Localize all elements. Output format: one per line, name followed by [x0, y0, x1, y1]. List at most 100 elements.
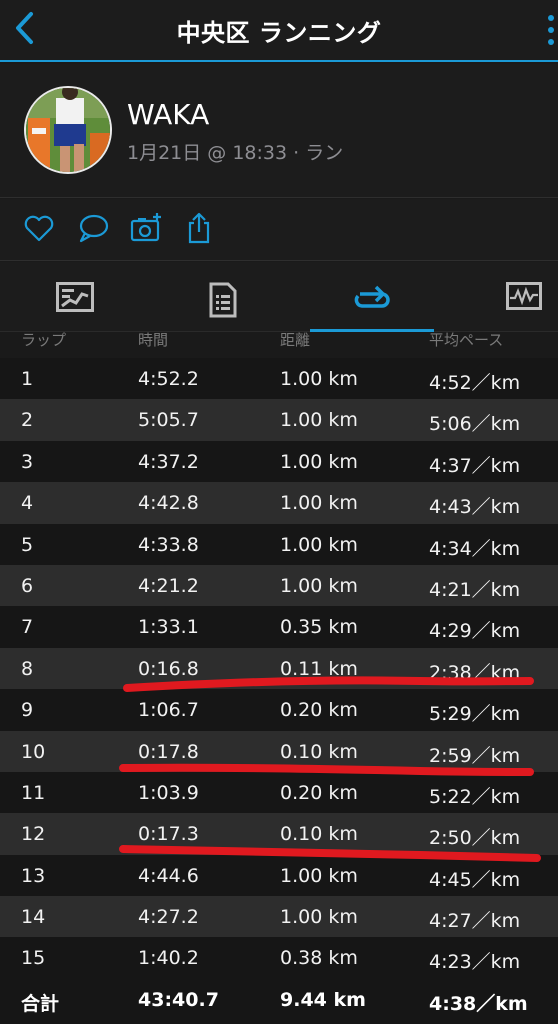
lap-number: 3 — [21, 450, 34, 473]
share-icon[interactable] — [182, 211, 216, 245]
app-header: 中央区 ランニング — [0, 0, 558, 62]
details-icon — [209, 282, 237, 318]
tab-laps[interactable] — [302, 262, 442, 332]
lap-number: 12 — [21, 823, 46, 846]
avatar[interactable] — [24, 86, 112, 174]
laps-table: 1 4:52.2 1.00 km 4:52／km 2 5:05.7 1.00 km 5:06／… — [0, 358, 558, 979]
lap-pace: 4:27／km — [429, 910, 521, 933]
charts-icon — [506, 282, 542, 310]
lap-pace: 2:59／km — [429, 744, 521, 767]
add-photo-icon[interactable] — [129, 211, 163, 245]
lap-number: 8 — [21, 657, 34, 680]
total-distance: 9.44 km — [280, 989, 366, 1011]
lap-time: 1:40.2 — [138, 947, 199, 970]
lap-number: 13 — [21, 864, 46, 887]
lap-number: 11 — [21, 781, 46, 804]
lap-pace: 5:29／km — [429, 703, 521, 726]
lap-distance: 0.38 km — [280, 947, 358, 970]
lap-number: 5 — [21, 533, 34, 556]
lap-time: 4:27.2 — [138, 906, 199, 929]
more-vertical-icon[interactable] — [546, 10, 556, 50]
table-row[interactable]: 2 5:05.7 1.00 km 5:06／km — [0, 399, 558, 441]
total-row: 合計 43:40.7 9.44 km 4:38／km — [0, 979, 558, 1024]
lap-time: 1:06.7 — [138, 699, 199, 722]
lap-distance: 0.11 km — [280, 657, 358, 680]
lap-time: 0:17.3 — [138, 823, 199, 846]
overview-icon — [56, 282, 94, 312]
total-time: 43:40.7 — [138, 989, 219, 1011]
table-row[interactable]: 14 4:27.2 1.00 km 4:27／km — [0, 896, 558, 938]
lap-pace: 4:37／km — [429, 454, 521, 477]
lap-number: 9 — [21, 699, 34, 722]
lap-pace: 4:21／km — [429, 578, 521, 601]
table-row[interactable]: 12 0:17.3 0.10 km 2:50／km — [0, 813, 558, 855]
lap-number: 15 — [21, 947, 46, 970]
lap-pace: 4:23／km — [429, 951, 521, 974]
lap-distance: 0.10 km — [280, 823, 358, 846]
lap-pace: 4:29／km — [429, 620, 521, 643]
lap-time: 4:42.8 — [138, 492, 199, 515]
table-row[interactable]: 15 1:40.2 0.38 km 4:23／km — [0, 937, 558, 979]
lap-pace: 4:43／km — [429, 496, 521, 519]
lap-time: 5:05.7 — [138, 409, 199, 432]
heart-icon[interactable] — [22, 211, 56, 245]
tab-details[interactable] — [153, 262, 293, 332]
total-pace: 4:38／km — [429, 993, 528, 1015]
total-label: 合計 — [21, 993, 60, 1015]
table-row[interactable]: 13 4:44.6 1.00 km 4:45／km — [0, 854, 558, 897]
lap-distance: 1.00 km — [280, 409, 358, 432]
table-row[interactable]: 9 1:06.7 0.20 km 5:29／km — [0, 689, 558, 731]
table-header: ラップ 時間 距離 平均ペース — [0, 332, 558, 357]
lap-distance: 1.00 km — [280, 533, 358, 556]
tab-overview[interactable] — [5, 262, 145, 332]
table-row[interactable]: 3 4:37.2 1.00 km 4:37／km — [0, 440, 558, 483]
lap-time: 4:33.8 — [138, 533, 199, 556]
lap-number: 6 — [21, 574, 34, 597]
lap-time: 4:21.2 — [138, 574, 199, 597]
lap-distance: 1.00 km — [280, 450, 358, 473]
action-bar — [0, 199, 558, 261]
lap-pace: 4:52／km — [429, 372, 521, 394]
table-row[interactable]: 5 4:33.8 1.00 km 4:34／km — [0, 523, 558, 565]
avatar-photo — [26, 88, 110, 172]
lap-distance: 0.10 km — [280, 740, 358, 763]
user-name: WAKA — [127, 98, 210, 131]
table-row[interactable]: 4 4:42.8 1.00 km 4:43／km — [0, 482, 558, 524]
table-row[interactable]: 1 4:52.2 1.00 km 4:52／km — [0, 358, 558, 400]
table-row[interactable]: 10 0:17.8 0.10 km 2:59／km — [0, 730, 558, 772]
lap-time: 4:37.2 — [138, 450, 199, 473]
lap-time: 1:33.1 — [138, 616, 199, 639]
tab-charts[interactable] — [454, 262, 558, 332]
lap-distance: 1.00 km — [280, 574, 358, 597]
table-row[interactable]: 11 1:03.9 0.20 km 5:22／km — [0, 771, 558, 814]
lap-number: 4 — [21, 492, 34, 515]
lap-time: 4:44.6 — [138, 864, 199, 887]
lap-distance: 1.00 km — [280, 368, 358, 390]
lap-time: 0:17.8 — [138, 740, 199, 763]
lap-pace: 2:38／km — [429, 661, 521, 684]
lap-pace: 2:50／km — [429, 827, 521, 850]
lap-time: 1:03.9 — [138, 781, 199, 804]
page-title: 中央区 ランニング — [176, 19, 382, 47]
header-distance: 距離 — [280, 332, 311, 349]
lap-number: 10 — [21, 740, 46, 763]
lap-distance: 0.20 km — [280, 781, 358, 804]
table-row[interactable]: 7 1:33.1 0.35 km 4:29／km — [0, 606, 558, 648]
lap-distance: 1.00 km — [280, 906, 358, 929]
lap-time: 4:52.2 — [138, 368, 199, 390]
lap-pace: 4:45／km — [429, 868, 521, 891]
lap-pace: 5:22／km — [429, 785, 521, 808]
lap-number: 14 — [21, 906, 46, 929]
lap-number: 2 — [21, 409, 34, 432]
laps-icon — [354, 285, 390, 308]
activity-profile: WAKA 1月21日 @ 18:33 · ラン — [0, 64, 558, 198]
activity-meta: 1月21日 @ 18:33 · ラン — [127, 142, 344, 164]
table-row[interactable]: 6 4:21.2 1.00 km 4:21／km — [0, 564, 558, 607]
lap-pace: 4:34／km — [429, 537, 521, 560]
lap-distance: 1.00 km — [280, 864, 358, 887]
comment-icon[interactable] — [76, 211, 110, 245]
table-row[interactable]: 8 0:16.8 0.11 km 2:38／km — [0, 647, 558, 690]
header-lap: ラップ — [21, 332, 67, 349]
header-time: 時間 — [138, 332, 169, 349]
lap-time: 0:16.8 — [138, 657, 199, 680]
